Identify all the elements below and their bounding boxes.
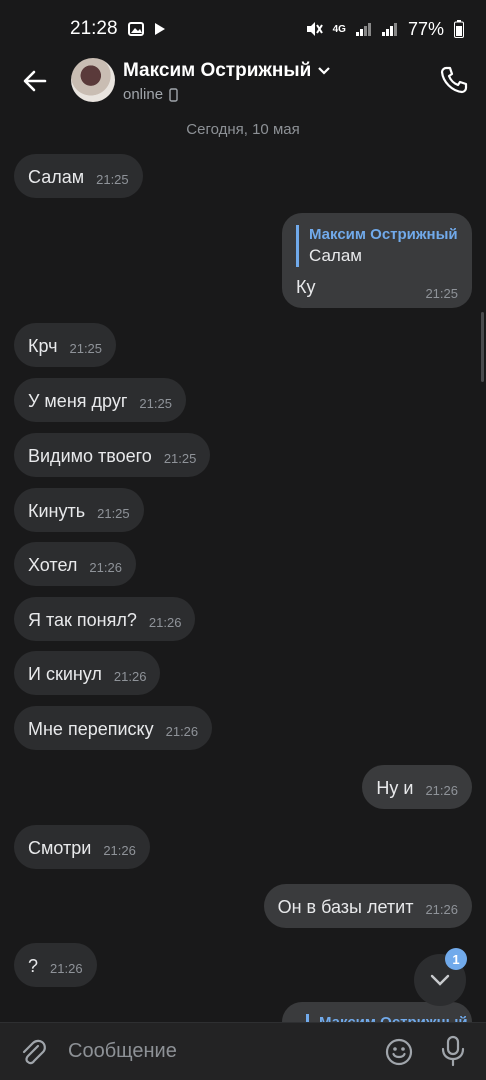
image-notification-icon — [127, 22, 144, 36]
chevron-down-icon — [430, 974, 450, 986]
mobile-icon — [169, 87, 178, 102]
message-text: Видимо твоего — [28, 446, 152, 466]
date-separator: Сегодня, 10 мая — [186, 121, 300, 138]
message-bubble[interactable]: Я так понял? 21:26 — [14, 597, 196, 641]
message-bubble[interactable]: И скинул 21:26 — [14, 651, 161, 695]
message-bubble[interactable]: Кинуть 21:25 — [14, 488, 144, 532]
message-text: Крч — [28, 336, 58, 356]
phone-icon[interactable] — [438, 64, 470, 96]
message-text: Он в базы летит — [277, 897, 414, 917]
battery-icon — [454, 20, 464, 38]
message-bubble[interactable]: Мне переписку 21:26 — [14, 706, 213, 750]
message-input[interactable] — [68, 1040, 358, 1063]
message-text: Я так понял? — [28, 610, 137, 630]
message-text: Хотел — [28, 555, 78, 575]
arrow-left-icon[interactable] — [18, 64, 52, 98]
message-text: Салам — [28, 167, 85, 187]
message-text: Кинуть — [28, 501, 86, 521]
message-list[interactable]: Сегодня, 10 мая Салам 21:25 Максим Остри… — [0, 112, 486, 1022]
online-status: online — [123, 86, 164, 103]
message-time: 21:26 — [165, 724, 199, 739]
mute-icon — [306, 22, 323, 36]
contact-info[interactable]: Максим Острижный online — [123, 60, 331, 103]
message-bubble-reply[interactable]: Максим Острижный Салам Ку 21:25 — [282, 213, 472, 308]
message-bubble[interactable]: ? 21:26 — [14, 943, 97, 987]
network-type: 4G — [332, 23, 346, 35]
status-bar: 21:28 4G 77% — [0, 0, 486, 58]
reply-author: Максим Острижный — [306, 1014, 468, 1022]
message-time: 21:25 — [139, 396, 172, 411]
reply-quote[interactable]: Максим Острижный Салам — [296, 225, 458, 267]
message-time: 21:25 — [69, 341, 103, 356]
signal-icon-2 — [381, 23, 397, 36]
message-time: 21:26 — [148, 615, 182, 630]
message-text: ? — [28, 956, 39, 976]
message-time: 21:25 — [96, 172, 129, 187]
message-time: 21:26 — [103, 843, 136, 858]
message-time: 21:26 — [50, 961, 83, 976]
message-time: 21:26 — [425, 783, 458, 798]
chevron-down-icon[interactable] — [317, 66, 331, 76]
smile-icon[interactable] — [384, 1037, 414, 1067]
status-time: 21:28 — [70, 18, 118, 39]
message-time: 21:25 — [163, 451, 197, 466]
message-bubble[interactable]: Смотри 21:26 — [14, 825, 150, 869]
message-time: 21:26 — [89, 560, 122, 575]
message-text: У меня друг — [28, 391, 128, 411]
battery-percent: 77% — [407, 18, 444, 39]
message-time: 21:26 — [425, 902, 458, 917]
paperclip-icon[interactable] — [18, 1037, 48, 1067]
message-text: Мне переписку — [28, 719, 154, 739]
message-bubble[interactable]: Крч 21:25 — [14, 323, 117, 367]
avatar[interactable] — [71, 58, 115, 102]
message-bubble[interactable]: Видимо твоего 21:25 — [14, 433, 211, 477]
message-bubble-outgoing[interactable]: Ну и 21:26 — [362, 765, 472, 809]
message-bubble-outgoing[interactable]: Он в базы летит 21:26 — [263, 884, 472, 928]
microphone-icon[interactable] — [440, 1035, 466, 1067]
reply-author: Максим Острижный — [309, 226, 458, 243]
message-text: Смотри — [28, 838, 92, 858]
message-text: Ку — [296, 277, 316, 297]
message-bubble[interactable]: Хотел 21:26 — [14, 542, 136, 586]
chat-header: Максим Острижный online — [0, 52, 486, 110]
reply-quoted-text: Салам — [309, 246, 362, 265]
message-time: 21:26 — [113, 669, 147, 684]
message-text: И скинул — [28, 664, 102, 684]
scrollbar[interactable] — [481, 312, 484, 382]
message-text: Ну и — [376, 778, 414, 798]
message-bubble[interactable]: Салам 21:25 — [14, 154, 143, 198]
message-composer — [0, 1022, 486, 1080]
unread-badge: 1 — [445, 948, 467, 970]
signal-icon — [355, 23, 371, 36]
message-time: 21:25 — [425, 286, 458, 301]
play-notification-icon — [154, 23, 165, 35]
message-bubble[interactable]: У меня друг 21:25 — [14, 378, 186, 422]
contact-name[interactable]: Максим Острижный — [123, 60, 311, 82]
message-time: 21:25 — [97, 506, 130, 521]
